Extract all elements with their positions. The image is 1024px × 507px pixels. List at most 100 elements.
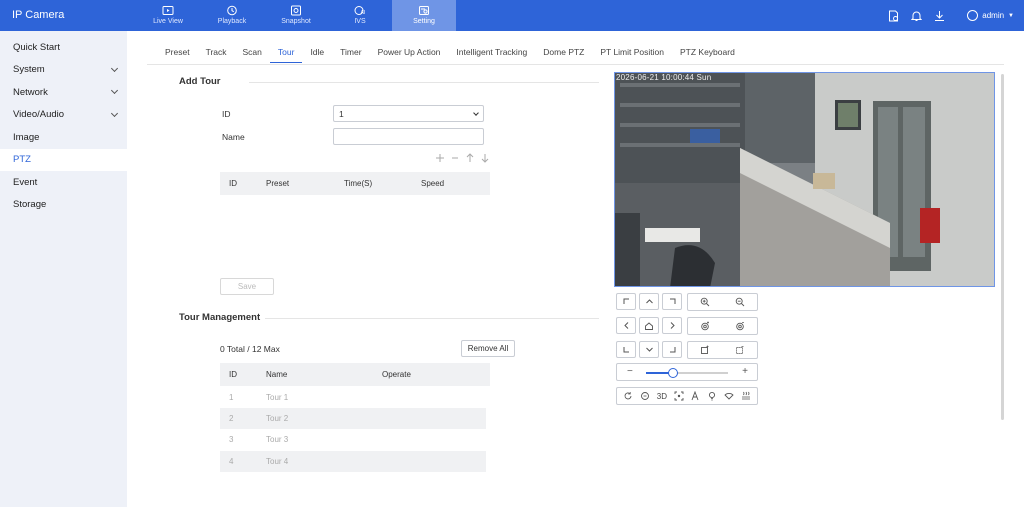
zoom-out-icon[interactable] [735, 297, 745, 307]
sidebar-item-system[interactable]: System [0, 59, 127, 82]
fit-screen-icon[interactable] [674, 391, 684, 401]
focus-far-icon[interactable] [735, 321, 745, 331]
tab-scan[interactable]: Scan [235, 47, 270, 63]
nav-setting-label: Setting [413, 18, 435, 25]
rotate-icon[interactable] [623, 391, 633, 401]
arrow-up-left-icon [623, 298, 629, 304]
column-header: ID [229, 179, 237, 188]
table-row[interactable]: 1 Tour 1 [220, 387, 486, 408]
save-button[interactable]: Save [220, 278, 274, 295]
tab-pt-limit-position[interactable]: PT Limit Position [592, 47, 672, 63]
home-button[interactable] [639, 317, 659, 334]
tour-name: Tour 2 [266, 414, 289, 423]
camera-scene [615, 73, 994, 286]
pan-down-left-button[interactable] [616, 341, 636, 358]
sidebar-item-storage[interactable]: Storage [0, 194, 127, 217]
user-menu[interactable]: admin ▼ [967, 10, 1014, 21]
arrow-down-right-icon [669, 347, 675, 353]
sidebar-item-network[interactable]: Network [0, 81, 127, 104]
nav-playback-label: Playback [217, 18, 247, 25]
speed-slider-handle[interactable] [668, 368, 679, 378]
wiper-arc-icon[interactable] [724, 391, 734, 401]
nav-snapshot-label: Snapshot [281, 18, 311, 25]
nav-setting[interactable]: Setting [392, 0, 456, 31]
nav-live-view-label: Live View [153, 18, 183, 25]
remove-all-button[interactable]: Remove All [461, 340, 515, 357]
sidebar-item-image[interactable]: Image [0, 126, 127, 149]
table-row[interactable]: 4 Tour 4 [220, 451, 486, 472]
table-row[interactable]: 2 Tour 2 [220, 408, 486, 429]
speed-slider-track[interactable] [646, 368, 728, 378]
remove-icon[interactable] [450, 153, 460, 163]
focus-near-icon[interactable] [700, 321, 710, 331]
tour-management-title: Tour Management [179, 312, 261, 323]
tab-timer[interactable]: Timer [332, 47, 369, 63]
ivs-icon: AI [354, 6, 366, 16]
column-header: Operate [382, 370, 411, 379]
top-bar: IP Camera Live View Playback Snapshot AI… [0, 0, 1024, 31]
sidebar-item-ptz[interactable]: PTZ [0, 148, 127, 171]
iris-close-icon[interactable] [735, 345, 745, 355]
row-tools [435, 153, 490, 163]
sidebar-item-label: Video/Audio [13, 109, 65, 121]
tour-name: Tour 4 [266, 457, 289, 466]
tab-idle[interactable]: Idle [302, 47, 332, 63]
move-down-icon[interactable] [480, 153, 490, 163]
tour-name: Tour 1 [266, 393, 289, 402]
arrow-up-right-icon [669, 298, 675, 304]
chevron-down-icon [645, 347, 653, 352]
move-up-icon[interactable] [465, 153, 475, 163]
tour-count: 0 Total / 12 Max [220, 344, 280, 354]
pan-up-right-button[interactable] [662, 293, 682, 310]
speed-decrease-icon[interactable]: − [627, 366, 633, 377]
sidebar-item-label: System [13, 64, 45, 76]
main-content: Preset Track Scan Tour Idle Timer Power … [127, 31, 1024, 507]
home-icon [645, 321, 653, 330]
sidebar-item-quick-start[interactable]: Quick Start [0, 36, 127, 59]
live-video-preview[interactable]: 2026-06-21 10:00:44 Sun [614, 72, 995, 287]
tab-track[interactable]: Track [198, 47, 235, 63]
sidebar-item-label: Network [13, 86, 48, 98]
add-tour-title: Add Tour [179, 76, 221, 87]
iris-open-icon[interactable] [700, 345, 710, 355]
nav-ivs[interactable]: AI IVS [328, 0, 392, 31]
add-icon[interactable] [435, 153, 445, 163]
scrollbar[interactable] [1001, 74, 1004, 420]
tab-preset[interactable]: Preset [157, 47, 198, 63]
zoom-in-icon[interactable] [700, 297, 710, 307]
heater-icon[interactable] [741, 391, 751, 401]
tab-power-up-action[interactable]: Power Up Action [370, 47, 449, 63]
3d-positioning-icon[interactable]: 3D [657, 392, 667, 401]
log-icon[interactable] [888, 10, 899, 22]
sidebar-item-event[interactable]: Event [0, 171, 127, 194]
tour-id: 1 [229, 393, 234, 402]
pan-down-right-button[interactable] [662, 341, 682, 358]
tab-ptz-keyboard[interactable]: PTZ Keyboard [672, 47, 743, 63]
pan-left-button[interactable] [616, 317, 636, 334]
name-field[interactable] [333, 128, 484, 145]
nav-snapshot[interactable]: Snapshot [264, 0, 328, 31]
notification-bell-icon[interactable] [911, 10, 923, 22]
tilt-down-button[interactable] [639, 341, 659, 358]
sidebar-item-label: Storage [13, 199, 47, 211]
download-icon[interactable] [934, 10, 945, 22]
wiper-icon[interactable] [690, 391, 700, 401]
auto-scan-icon[interactable] [640, 391, 650, 401]
tab-intelligent-tracking[interactable]: Intelligent Tracking [448, 47, 535, 63]
column-header: Speed [421, 179, 445, 188]
svg-text:AI: AI [361, 10, 366, 16]
pan-up-left-button[interactable] [616, 293, 636, 310]
tab-dome-ptz[interactable]: Dome PTZ [535, 47, 592, 63]
nav-playback[interactable]: Playback [200, 0, 264, 31]
tilt-up-button[interactable] [639, 293, 659, 310]
nav-ivs-label: IVS [354, 18, 366, 25]
speed-increase-icon[interactable]: + [742, 366, 748, 377]
pan-right-button[interactable] [662, 317, 682, 334]
id-select[interactable]: 1 [333, 105, 484, 122]
sidebar-item-video-audio[interactable]: Video/Audio [0, 104, 127, 127]
tab-tour[interactable]: Tour [269, 47, 303, 63]
chevron-left-icon [623, 322, 628, 329]
light-bulb-icon[interactable] [707, 391, 717, 401]
table-row[interactable]: 3 Tour 3 [220, 429, 486, 450]
nav-live-view[interactable]: Live View [136, 0, 200, 31]
